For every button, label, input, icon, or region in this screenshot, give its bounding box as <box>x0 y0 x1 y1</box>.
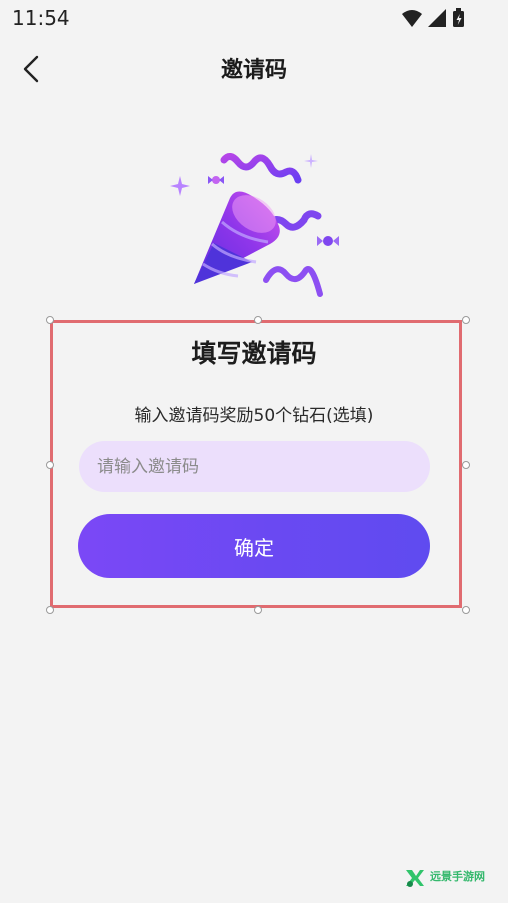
confirm-button[interactable]: 确定 <box>78 514 430 578</box>
page-title: 邀请码 <box>220 58 287 83</box>
watermark-logo-icon <box>406 870 424 887</box>
resize-handle[interactable] <box>254 606 262 614</box>
party-popper-icon <box>170 153 339 297</box>
resize-handle[interactable] <box>462 606 470 614</box>
status-bar: 11:54 <box>0 0 508 36</box>
resize-handle[interactable] <box>462 316 470 324</box>
nav-bar: 邀请码 <box>0 36 508 100</box>
resize-handle[interactable] <box>46 606 54 614</box>
resize-handle[interactable] <box>46 316 54 324</box>
resize-handle[interactable] <box>46 461 54 469</box>
card-title: 填写邀请码 <box>191 339 317 368</box>
resize-handle[interactable] <box>462 461 470 469</box>
watermark: 远景手游网 <box>404 865 496 889</box>
invite-code-input[interactable] <box>79 441 430 492</box>
watermark-text: 远景手游网 <box>430 870 485 883</box>
resize-handle[interactable] <box>254 316 262 324</box>
status-icons <box>402 8 464 27</box>
invite-code-screen: 11:54 邀请码 填写邀请码 输入邀请码奖励50个钻石(选填) 请输入邀请码 … <box>0 0 508 903</box>
reward-description: 输入邀请码奖励50个钻石(选填) <box>134 406 374 426</box>
status-time: 11:54 <box>12 6 70 30</box>
signal-icon <box>428 9 446 27</box>
wifi-icon <box>402 10 422 27</box>
battery-icon <box>453 8 464 27</box>
